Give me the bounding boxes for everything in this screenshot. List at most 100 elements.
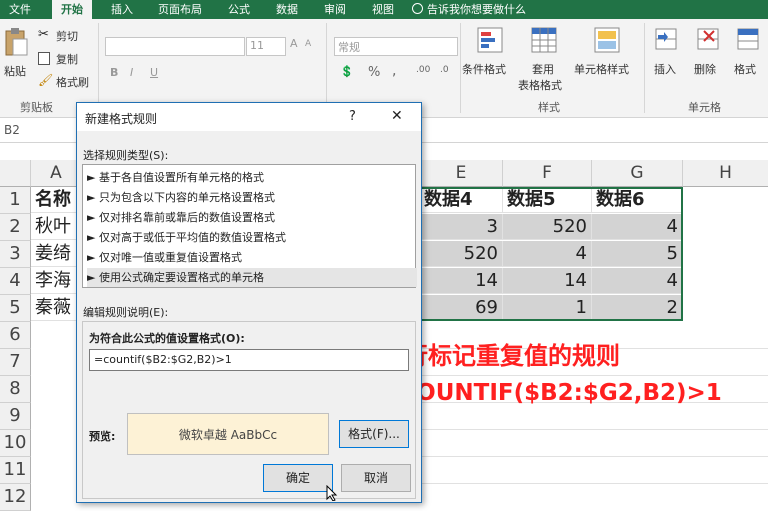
column-header-g[interactable]: G [592,160,683,187]
row-header[interactable]: 10 [0,430,31,457]
cell-a1[interactable]: 名称 [31,187,81,213]
help-icon[interactable]: ? [349,109,356,124]
cell-a4[interactable]: 李海 [31,268,81,294]
column-header-a[interactable]: A [31,160,82,187]
column-header-e[interactable]: E [420,160,503,187]
row-header[interactable]: 2 [0,214,31,241]
copy-label: 复制 [56,53,78,66]
tab-file[interactable]: 文件 [0,0,40,19]
cancel-button[interactable]: 取消 [341,464,411,492]
shrink-font-button[interactable]: A [305,39,311,49]
cell-e4[interactable]: 14 [420,268,503,294]
number-format-value: 常规 [338,41,360,54]
cell-g2[interactable]: 4 [592,214,683,240]
rule-type-item[interactable]: ► 基于各自值设置所有单元格的格式 [87,168,417,187]
lightbulb-icon [412,3,423,14]
cell-a3[interactable]: 姜绮 [31,241,81,267]
tell-me-box[interactable]: 告诉我你想要做什么 [412,0,562,19]
cell-a2[interactable]: 秋叶 [31,214,81,240]
format-button[interactable]: 格式(F)... [339,420,409,448]
column-header-h[interactable]: H [683,160,768,187]
paste-label: 粘贴 [4,65,26,78]
paste-button[interactable]: 粘贴 [2,27,30,85]
currency-icon[interactable]: 💲 [340,65,354,78]
ok-button[interactable]: 确定 [263,464,333,492]
format-as-table-button[interactable]: 套用 表格格式 [518,25,570,101]
row-header[interactable]: 9 [0,403,31,430]
cell-g5[interactable]: 2 [592,295,683,321]
dialog-title: 新建格式规则 [85,112,158,126]
row-header[interactable]: 11 [0,457,31,484]
rule-type-item[interactable]: ► 仅对唯一值或重复值设置格式 [87,248,417,267]
preview-text: 微软卓越 AaBbCc [178,428,278,442]
cell-e3[interactable]: 520 [420,241,503,267]
cell-f5[interactable]: 1 [503,295,592,321]
underline-button[interactable]: U [150,66,158,79]
tab-home[interactable]: 开始 [52,0,92,19]
row-header[interactable]: 4 [0,268,31,295]
insert-cells-label: 插入 [654,63,676,76]
conditional-formatting-button[interactable]: 条件格式 [462,25,518,95]
grow-font-button[interactable]: A [290,37,298,50]
row-header[interactable]: 8 [0,376,31,403]
cell-styles-button[interactable]: 单元格样式 [574,25,640,95]
tab-review[interactable]: 审阅 [314,0,356,19]
cell-f1[interactable]: 数据5 [503,187,592,213]
cell-e2[interactable]: 3 [420,214,503,240]
close-icon[interactable]: ✕ [391,108,403,124]
insert-cells-icon [655,28,677,50]
cell-e1[interactable]: 数据4 [420,187,503,213]
row-header[interactable]: 6 [0,322,31,349]
name-box[interactable]: B2 [0,118,70,142]
percent-button[interactable]: % [368,65,380,80]
tab-insert[interactable]: 插入 [102,0,142,19]
rule-type-item[interactable]: ► 只为包含以下内容的单元格设置格式 [87,188,417,207]
delete-cells-button[interactable]: 删除 [690,25,726,95]
format-cells-button[interactable]: 格式 [730,25,766,95]
cell-f2[interactable]: 520 [503,214,592,240]
table-format-icon [531,27,557,53]
row-header[interactable]: 12 [0,484,31,511]
number-format-select[interactable]: 常规 [334,37,458,56]
paste-icon [5,28,28,56]
increase-decimal-icon[interactable]: .00 [416,65,430,75]
tab-formulas[interactable]: 公式 [218,0,260,19]
select-all-corner[interactable] [0,160,31,187]
row-header[interactable]: 7 [0,349,31,376]
cell-styles-label: 单元格样式 [574,63,629,76]
formula-input[interactable] [420,118,768,142]
tab-view[interactable]: 视图 [362,0,404,19]
font-size-select[interactable]: 11 [246,37,286,56]
decrease-decimal-icon[interactable]: .0 [440,65,449,75]
rule-type-item[interactable]: ► 仅对排名靠前或靠后的数值设置格式 [87,208,417,227]
cell-f4[interactable]: 14 [503,268,592,294]
row-header[interactable]: 5 [0,295,31,322]
formula-value: =countif($B2:$G2,B2)>1 [94,353,232,366]
rule-type-item-selected[interactable]: ► 使用公式确定要设置格式的单元格 [87,268,417,287]
column-header-f[interactable]: F [503,160,592,187]
font-name-select[interactable] [105,37,245,56]
format-cells-label: 格式 [734,63,756,76]
cell-e5[interactable]: 69 [420,295,503,321]
format-cells-icon [737,28,759,50]
tab-data[interactable]: 数据 [266,0,308,19]
scissors-icon: ✂ [38,27,49,42]
font-size-value: 11 [250,39,264,52]
insert-cells-button[interactable]: 插入 [648,25,684,95]
cell-g3[interactable]: 5 [592,241,683,267]
row-header[interactable]: 1 [0,187,31,214]
rule-type-item[interactable]: ► 仅对高于或低于平均值的数值设置格式 [87,228,417,247]
bold-button[interactable]: B [110,66,118,79]
cell-a5[interactable]: 秦薇 [31,295,81,321]
cell-g1[interactable]: 数据6 [592,187,683,213]
italic-button[interactable]: I [130,66,133,79]
cell-f3[interactable]: 4 [503,241,592,267]
formula-input-field[interactable]: =countif($B2:$G2,B2)>1 [89,349,409,371]
preview-label: 预览: [89,430,116,443]
row-header[interactable]: 3 [0,241,31,268]
cell-g4[interactable]: 4 [592,268,683,294]
formula-label: 为符合此公式的值设置格式(O): [89,332,245,345]
comma-button[interactable]: , [392,63,396,79]
rule-type-list[interactable]: ► 基于各自值设置所有单元格的格式 ► 只为包含以下内容的单元格设置格式 ► 仅… [82,164,417,288]
tab-page-layout[interactable]: 页面布局 [148,0,212,19]
